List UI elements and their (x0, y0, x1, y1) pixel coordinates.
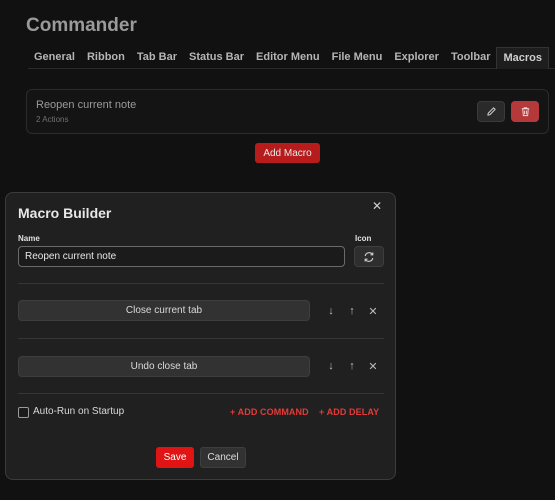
icon-picker-button[interactable] (354, 246, 384, 267)
move-down-icon[interactable]: ↓ (326, 360, 336, 372)
tab-toolbar[interactable]: Toolbar (445, 47, 497, 69)
tab-status-bar[interactable]: Status Bar (183, 47, 250, 69)
page-title: Commander (26, 15, 137, 36)
tab-general[interactable]: General (28, 47, 81, 69)
close-icon[interactable]: ✕ (372, 199, 382, 213)
tab-explorer[interactable]: Explorer (388, 47, 445, 69)
pencil-icon (486, 107, 496, 116)
tab-ribbon[interactable]: Ribbon (81, 47, 131, 69)
divider (18, 338, 384, 339)
autorun-checkbox[interactable] (18, 407, 29, 418)
macro-builder-modal: Macro Builder ✕ Name Icon Close current … (5, 192, 396, 480)
command-undo-close-tab[interactable]: Undo close tab (18, 356, 310, 377)
save-button[interactable]: Save (156, 447, 194, 468)
macro-card: Reopen current note 2 Actions (26, 89, 549, 134)
macro-name-input[interactable] (18, 246, 345, 267)
trash-icon (521, 107, 529, 117)
modal-title: Macro Builder (18, 205, 112, 221)
macro-name: Reopen current note (36, 99, 137, 111)
delete-macro-button[interactable] (511, 101, 539, 122)
autorun-label: Auto-Run on Startup (33, 406, 125, 417)
macro-action-count: 2 Actions (36, 115, 69, 124)
add-command-link[interactable]: + ADD COMMAND (230, 407, 309, 417)
tab-editor-menu[interactable]: Editor Menu (250, 47, 326, 69)
remove-command-icon[interactable]: ✕ (368, 360, 378, 373)
divider (18, 393, 384, 394)
tab-file-menu[interactable]: File Menu (326, 47, 389, 69)
settings-tab-bar: General Ribbon Tab Bar Status Bar Editor… (28, 47, 555, 69)
divider (18, 283, 384, 284)
refresh-icon (364, 251, 374, 262)
tab-tab-bar[interactable]: Tab Bar (131, 47, 183, 69)
move-up-icon[interactable]: ↑ (347, 360, 357, 372)
move-down-icon[interactable]: ↓ (326, 305, 336, 317)
tab-macros[interactable]: Macros (496, 47, 550, 69)
icon-label: Icon (355, 234, 372, 243)
move-up-icon[interactable]: ↑ (347, 305, 357, 317)
remove-command-icon[interactable]: ✕ (368, 305, 378, 318)
add-macro-button[interactable]: Add Macro (255, 143, 320, 163)
add-delay-link[interactable]: + ADD DELAY (319, 407, 379, 417)
cancel-button[interactable]: Cancel (200, 447, 246, 468)
edit-macro-button[interactable] (477, 101, 505, 122)
name-label: Name (18, 234, 40, 243)
command-close-current-tab[interactable]: Close current tab (18, 300, 310, 321)
